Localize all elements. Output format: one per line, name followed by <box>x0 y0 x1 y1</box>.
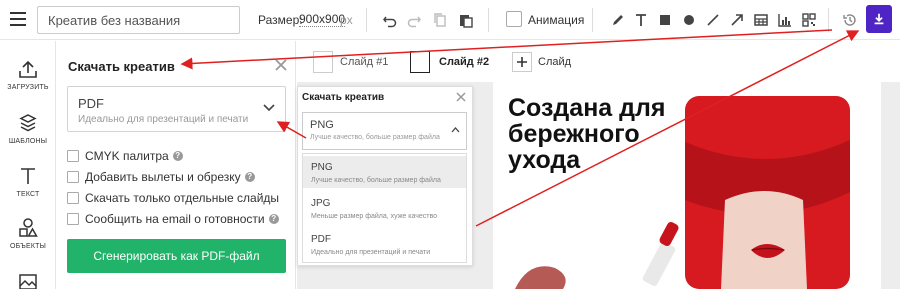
generate-pdf-button[interactable]: Сгенерировать как PDF-файл <box>67 239 286 273</box>
option-bleed: Добавить вылеты и обрезку ? <box>67 169 255 185</box>
option-label: Сообщить на email о готовности <box>85 212 265 226</box>
email-notify-checkbox[interactable] <box>67 213 79 225</box>
shapes-icon <box>19 218 38 237</box>
format-option-png[interactable]: PNG Лучше качество, больше размер файла <box>303 156 466 188</box>
rail-item-images[interactable] <box>0 271 56 289</box>
top-toolbar: Размер: 900x900 px Анимация <box>0 0 900 40</box>
option-desc: Лучше качество, больше размер файла <box>311 177 441 184</box>
text-tool-icon[interactable] <box>631 10 651 30</box>
rail-label: ОБЪЕКТЫ <box>10 243 46 250</box>
product-photo <box>515 96 850 289</box>
left-tool-rail: ЗАГРУЗИТЬ ШАБЛОНЫ ТЕКСТ ОБЪЕКТЫ <box>0 41 56 289</box>
divider <box>488 8 489 32</box>
option-label: Добавить вылеты и обрезку <box>85 170 241 184</box>
text-icon <box>21 168 35 184</box>
divider <box>366 8 367 32</box>
size-value[interactable]: 900x900 <box>299 13 346 27</box>
history-icon[interactable] <box>840 10 860 30</box>
option-name: JPG <box>311 198 331 209</box>
undo-icon[interactable] <box>380 10 400 30</box>
templates-icon <box>19 114 37 132</box>
add-slide-button[interactable] <box>512 52 532 72</box>
add-slide-label[interactable]: Слайд <box>538 56 571 68</box>
arrow-tool-icon[interactable] <box>727 10 747 30</box>
line-icon[interactable] <box>703 10 723 30</box>
plus-icon <box>517 57 527 67</box>
download-popup: Скачать креатив PNG Лучше качество, боль… <box>297 86 473 266</box>
size-label: Размер: <box>258 13 303 27</box>
download-panel: Скачать креатив PDF Идеально для презент… <box>56 41 296 289</box>
animation-label: Анимация <box>528 13 585 27</box>
rail-item-objects[interactable]: ОБЪЕКТЫ <box>0 217 56 250</box>
option-desc: Меньше размер файла, хуже качество <box>311 213 437 220</box>
format-name: PDF <box>78 96 104 111</box>
qr-code-icon[interactable] <box>799 10 819 30</box>
selected-format-name: PNG <box>310 119 334 131</box>
rail-label: ЗАГРУЗИТЬ <box>7 84 49 91</box>
rail-item-text[interactable]: ТЕКСТ <box>0 165 56 198</box>
rail-label: ТЕКСТ <box>16 191 40 198</box>
popup-format-select[interactable]: PNG Лучше качество, больше размер файла <box>302 112 467 150</box>
option-label: CMYK палитра <box>85 149 169 163</box>
rail-label: ШАБЛОНЫ <box>8 138 48 145</box>
rail-item-upload[interactable]: ЗАГРУЗИТЬ <box>0 58 56 91</box>
option-desc: Идеально для презентаций и печати <box>311 249 431 256</box>
chevron-down-icon <box>263 104 275 112</box>
format-option-pdf[interactable]: PDF Идеально для презентаций и печати <box>303 228 466 260</box>
help-icon[interactable]: ? <box>172 151 183 161</box>
size-unit: px <box>340 13 353 27</box>
help-icon[interactable]: ? <box>244 172 255 182</box>
format-description: Идеально для презентаций и печати <box>78 114 249 125</box>
chevron-up-icon <box>451 127 460 133</box>
bleed-checkbox[interactable] <box>67 171 79 183</box>
format-dropdown-list: PNG Лучше качество, больше размер файла … <box>302 153 467 263</box>
rectangle-icon[interactable] <box>655 10 675 30</box>
divider <box>828 8 829 32</box>
image-icon <box>19 274 37 289</box>
option-email-notify: Сообщить на email о готовности ? <box>67 211 279 227</box>
slide-canvas[interactable]: Создана для бережного ухода <box>493 82 881 289</box>
option-name: PDF <box>311 234 331 245</box>
slide-thumbnail-active[interactable] <box>410 51 430 73</box>
option-name: PNG <box>311 162 333 173</box>
redo-icon[interactable] <box>404 10 424 30</box>
download-icon <box>874 13 884 25</box>
help-icon[interactable]: ? <box>268 214 279 224</box>
slides-bar: Слайд #1 Слайд #2 Слайд <box>297 41 900 82</box>
cmyk-checkbox[interactable] <box>67 150 79 162</box>
copy-icon[interactable] <box>430 10 450 30</box>
table-icon[interactable] <box>751 10 771 30</box>
upload-icon <box>19 60 37 78</box>
slide-label-active[interactable]: Слайд #2 <box>439 56 489 68</box>
pencil-icon[interactable] <box>608 10 628 30</box>
close-icon[interactable] <box>456 92 466 102</box>
option-label: Скачать только отдельные слайды <box>85 191 280 205</box>
slide-thumbnail[interactable] <box>313 51 333 73</box>
paste-icon[interactable] <box>456 10 476 30</box>
format-option-jpg[interactable]: JPG Меньше размер файла, хуже качество <box>303 192 466 224</box>
slide-label[interactable]: Слайд #1 <box>340 56 388 68</box>
chart-icon[interactable] <box>775 10 795 30</box>
rail-item-templates[interactable]: ШАБЛОНЫ <box>0 112 56 145</box>
download-button[interactable] <box>866 5 892 33</box>
close-icon[interactable] <box>274 58 288 72</box>
panel-title: Скачать креатив <box>68 59 175 74</box>
popup-title: Скачать креатив <box>302 92 385 103</box>
menu-icon[interactable] <box>10 12 26 26</box>
option-cmyk: CMYK палитра ? <box>67 148 183 164</box>
selected-format-desc: Лучше качество, больше размер файла <box>310 134 440 141</box>
divider <box>592 8 593 32</box>
format-select[interactable]: PDF Идеально для презентаций и печати <box>67 86 286 132</box>
project-title-input[interactable] <box>37 6 240 34</box>
separate-slides-checkbox[interactable] <box>67 192 79 204</box>
animation-checkbox[interactable] <box>506 11 522 27</box>
circle-icon[interactable] <box>679 10 699 30</box>
option-separate-slides: Скачать только отдельные слайды <box>67 190 279 206</box>
